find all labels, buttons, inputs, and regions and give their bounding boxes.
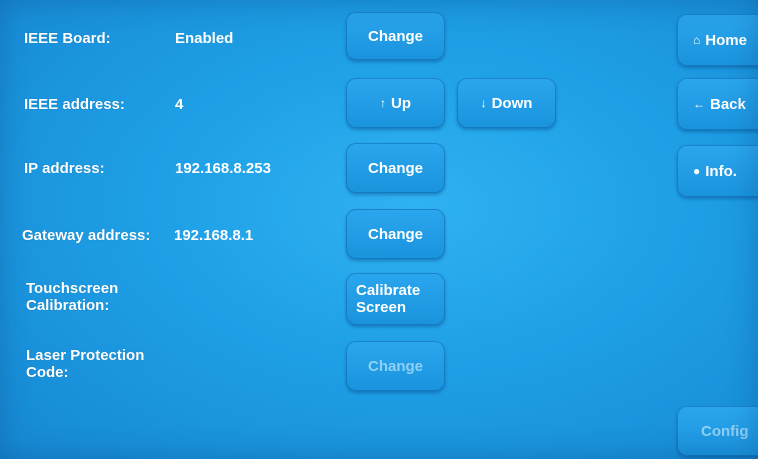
back-button-label: Back [710, 95, 746, 113]
ip-address-label: IP address: [24, 160, 105, 177]
down-button-label: Down [491, 94, 533, 112]
ip-address-change-button[interactable]: Change [346, 143, 445, 193]
laser-protection-label-line2: Code: [26, 364, 69, 381]
settings-screen: IEEE Board: Enabled Change IEEE address:… [0, 0, 758, 459]
ieee-board-label: IEEE Board: [24, 30, 111, 47]
info-button[interactable]: ● Info. [677, 145, 758, 197]
ip-address-value: 192.168.8.253 [175, 160, 271, 177]
touchscreen-calibration-label: Touchscreen Calibration: [26, 280, 118, 314]
ieee-address-up-button[interactable]: ↑ Up [346, 78, 445, 128]
calibrate-button-line1: Calibrate [356, 282, 421, 299]
arrow-up-icon: ↑ [380, 95, 386, 110]
laser-protection-code-label: Laser Protection Code: [26, 347, 144, 381]
back-button[interactable]: ← Back [677, 78, 758, 130]
calibrate-screen-button[interactable]: Calibrate Screen [346, 273, 445, 325]
home-button-label: Home [705, 31, 747, 49]
ieee-board-change-button[interactable]: Change [346, 12, 445, 60]
gateway-address-label: Gateway address: [22, 227, 151, 244]
home-button[interactable]: ⌂ Home [677, 14, 758, 66]
laser-protection-label-line1: Laser Protection [26, 347, 145, 364]
arrow-left-icon: ← [693, 96, 705, 111]
up-button-label: Up [391, 94, 411, 112]
info-button-label: Info. [705, 162, 737, 180]
laser-protection-change-button[interactable]: Change [346, 341, 445, 391]
touchscreen-calibration-label-line1: Touchscreen [26, 280, 119, 297]
gateway-address-change-button[interactable]: Change [346, 209, 445, 259]
ieee-address-value: 4 [175, 96, 184, 113]
arrow-down-icon: ↓ [480, 95, 487, 110]
touchscreen-calibration-label-line2: Calibration: [26, 297, 110, 314]
config-button[interactable]: Config [677, 406, 758, 456]
house-icon: ⌂ [693, 32, 701, 47]
gateway-address-value: 192.168.8.1 [174, 227, 254, 244]
ieee-address-down-button[interactable]: ↓ Down [457, 78, 556, 128]
ieee-board-value: Enabled [175, 30, 234, 47]
calibrate-button-line2: Screen [356, 299, 407, 316]
ieee-address-label: IEEE address: [24, 96, 125, 113]
lightbulb-icon: ● [693, 163, 701, 178]
